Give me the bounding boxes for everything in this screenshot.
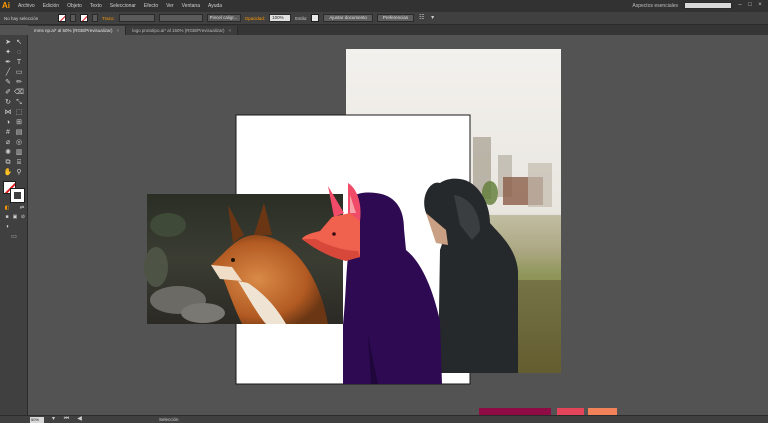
preferences-button[interactable]: Preferencias	[376, 14, 415, 22]
swap-colors-icon[interactable]: ⇄	[17, 204, 27, 213]
opacity-label[interactable]: Opacidad:	[245, 16, 266, 21]
artboard-canvas[interactable]	[28, 35, 768, 415]
line-tool-icon[interactable]: ╱	[3, 68, 13, 77]
tools-panel: ➤ ↖ ✦ ◌ ✒ T ╱ ▭ ✎ ✏ ✐ ⌫ ↻ ⤡ ⋈ ⬚ ◑ ⊞ # ▤ …	[0, 35, 28, 415]
tab-label: logo prototipo.ai* al 150% (RGB/Previsua…	[132, 28, 225, 33]
tab-logo-prototipo[interactable]: logo prototipo.ai* al 150% (RGB/Previsua…	[126, 26, 239, 35]
close-window-button[interactable]: ×	[756, 2, 764, 9]
pencil-tool-icon[interactable]: ✏	[14, 78, 24, 87]
menu-seleccionar[interactable]: Seleccionar	[106, 3, 140, 9]
mesh-tool-icon[interactable]: #	[3, 128, 13, 137]
brush-dropdown[interactable]: Pincel caligr...	[206, 14, 241, 22]
style-swatch[interactable]	[311, 14, 320, 22]
arrange-icon[interactable]: ☷	[418, 15, 425, 22]
document-tabs: mms np.ai* al 50% (RGB/Previsualizar) × …	[28, 25, 768, 35]
style-label: Estilo:	[295, 15, 308, 21]
fox-photo[interactable]	[144, 194, 343, 324]
lasso-tool-icon[interactable]: ◌	[14, 48, 24, 57]
menu-efecto[interactable]: Efecto	[140, 3, 162, 9]
direct-selection-tool-icon[interactable]: ↖	[14, 38, 24, 47]
free-transform-tool-icon[interactable]: ⬚	[14, 108, 24, 117]
shape-builder-tool-icon[interactable]: ◑	[3, 118, 13, 127]
fill-color-swatch[interactable]	[58, 14, 66, 22]
hand-tool-icon[interactable]: ✋	[3, 168, 13, 177]
menu-archivo[interactable]: Archivo	[14, 3, 39, 9]
zoom-tool-icon[interactable]: ⚲	[14, 168, 24, 177]
search-input[interactable]	[684, 2, 732, 9]
pen-tool-icon[interactable]: ✒	[3, 58, 13, 67]
maximize-button[interactable]: □	[746, 2, 754, 9]
default-colors-icon[interactable]: ◧	[2, 204, 12, 213]
variable-width-dropdown[interactable]	[158, 14, 203, 22]
artwork	[144, 49, 617, 415]
slice-tool-icon[interactable]: ⌸	[14, 158, 24, 167]
stroke-label[interactable]: Trazo:	[102, 16, 115, 21]
none-mode-icon[interactable]: ⊘	[18, 213, 28, 222]
paintbrush-tool-icon[interactable]: ✎	[3, 78, 13, 87]
control-bar: No hay selección Trazo: Pincel caligr...…	[0, 12, 768, 25]
app-logo: Ai	[2, 1, 10, 10]
menu-texto[interactable]: Texto	[86, 3, 106, 9]
palette-swatch-red[interactable]	[557, 408, 584, 415]
menu-ventana[interactable]: Ventana	[178, 3, 204, 9]
panel-menu-icon[interactable]: ▾	[429, 15, 436, 22]
stroke-weight-field[interactable]	[118, 14, 155, 22]
menu-bar: Ai Archivo Edición Objeto Texto Seleccio…	[0, 0, 768, 12]
status-current-tool[interactable]: Selección	[159, 417, 179, 422]
tab-mms-np[interactable]: mms np.ai* al 50% (RGB/Previsualizar) ×	[28, 26, 127, 35]
type-tool-icon[interactable]: T	[14, 58, 24, 67]
selection-status: No hay selección	[4, 15, 39, 21]
scale-tool-icon[interactable]: ⤡	[14, 98, 24, 107]
status-bar: 50% ▾ ⏮ ◀ Selección	[0, 415, 768, 423]
tab-label: mms np.ai* al 50% (RGB/Previsualizar)	[34, 28, 113, 33]
palette-swatch-magenta[interactable]	[479, 408, 551, 415]
fill-dropdown[interactable]	[70, 14, 76, 22]
opacity-field[interactable]: 100%	[269, 14, 292, 22]
selection-tool-icon[interactable]: ➤	[3, 38, 13, 47]
menu-edicion[interactable]: Edición	[39, 3, 63, 9]
palette-swatch-orange[interactable]	[588, 408, 617, 415]
screen-mode-icon[interactable]: ▭	[9, 233, 19, 242]
blend-tool-icon[interactable]: ◎	[14, 138, 24, 147]
minimize-button[interactable]: –	[736, 2, 744, 9]
stroke-color-swatch[interactable]	[80, 14, 88, 22]
stroke-swatch[interactable]	[10, 188, 25, 203]
menu-objeto[interactable]: Objeto	[63, 3, 86, 9]
draw-mode-icon[interactable]: ◐	[3, 223, 13, 232]
zoom-dropdown-icon[interactable]: ▾	[50, 416, 57, 423]
stroke-dropdown[interactable]	[92, 14, 98, 22]
perspective-grid-tool-icon[interactable]: ⊞	[14, 118, 24, 127]
first-artboard-icon[interactable]: ⏮	[63, 416, 70, 423]
column-graph-tool-icon[interactable]: ▥	[14, 148, 24, 157]
workspace-switcher[interactable]: Aspectos esenciales	[632, 3, 678, 9]
blob-brush-tool-icon[interactable]: ✐	[3, 88, 13, 97]
magic-wand-tool-icon[interactable]: ✦	[3, 48, 13, 57]
menu-ver[interactable]: Ver	[162, 3, 178, 9]
artboard-tool-icon[interactable]: ⧉	[3, 158, 13, 167]
document-setup-button[interactable]: Ajustar documento	[323, 14, 373, 22]
rotate-tool-icon[interactable]: ↻	[3, 98, 13, 107]
gradient-tool-icon[interactable]: ▤	[14, 128, 24, 137]
zoom-level-field[interactable]: 50%	[30, 416, 44, 423]
eraser-tool-icon[interactable]: ⌫	[14, 88, 24, 97]
menu-ayuda[interactable]: Ayuda	[204, 3, 226, 9]
width-tool-icon[interactable]: ⋈	[3, 108, 13, 117]
rectangle-tool-icon[interactable]: ▭	[14, 68, 24, 77]
close-tab-icon[interactable]: ×	[117, 26, 120, 35]
close-tab-icon[interactable]: ×	[228, 26, 231, 35]
symbol-sprayer-tool-icon[interactable]: ✺	[3, 148, 13, 157]
eyedropper-tool-icon[interactable]: ⌀	[3, 138, 13, 147]
prev-artboard-icon[interactable]: ◀	[76, 416, 83, 423]
